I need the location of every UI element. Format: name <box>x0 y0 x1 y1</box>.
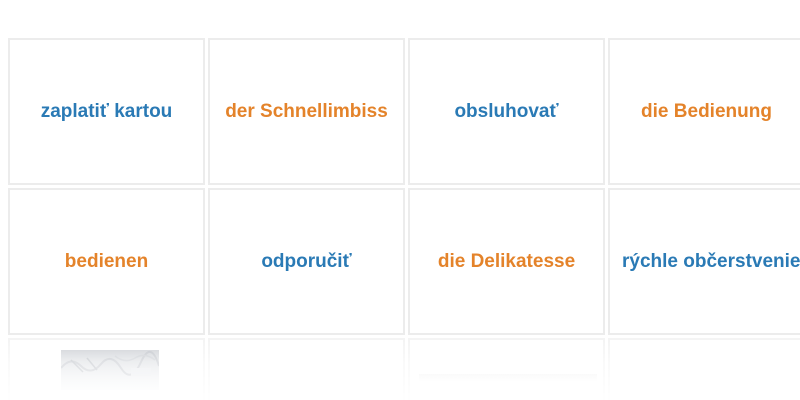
card-4[interactable]: die Bedienung <box>608 38 800 185</box>
card-2-word: der Schnellimbiss <box>225 100 388 122</box>
card-8[interactable]: rýchle občerstvenie <box>608 188 800 335</box>
card-5[interactable]: bedienen <box>8 188 205 335</box>
card-12[interactable] <box>608 338 800 400</box>
card-1[interactable]: zaplatiť kartou <box>8 38 205 185</box>
card-10[interactable] <box>208 338 405 400</box>
card-11[interactable] <box>408 338 605 400</box>
card-9[interactable] <box>8 338 205 400</box>
card-6-word: odporučiť <box>261 250 352 272</box>
card-5-word: bedienen <box>64 250 149 272</box>
card-6[interactable]: odporučiť <box>208 188 405 335</box>
card-2[interactable]: der Schnellimbiss <box>208 38 405 185</box>
card-3[interactable]: obsluhovať <box>408 38 605 185</box>
memory-game-board: zaplatiť kartou der Schnellimbiss obsluh… <box>0 0 800 400</box>
card-11-shadow <box>419 374 597 382</box>
card-grid: zaplatiť kartou der Schnellimbiss obsluh… <box>8 38 800 400</box>
card-1-word: zaplatiť kartou <box>40 100 173 122</box>
card-4-word: die Bedienung <box>641 100 772 122</box>
card-8-word: rýchle občerstvenie <box>622 250 800 272</box>
card-7[interactable]: die Delikatesse <box>408 188 605 335</box>
food-photo-icon <box>61 351 159 376</box>
card-7-word: die Delikatesse <box>437 250 576 272</box>
card-9-image <box>61 350 159 390</box>
card-3-word: obsluhovať <box>454 100 559 122</box>
